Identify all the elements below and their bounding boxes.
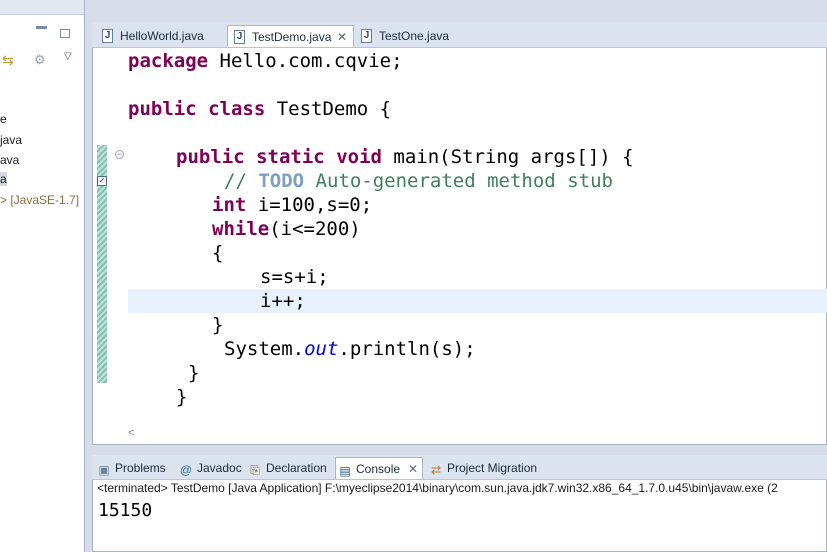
tab-label: Project Migration	[447, 461, 538, 475]
code-line: }	[188, 362, 200, 384]
code-line: while(i<=200)	[212, 218, 361, 240]
current-line-highlight	[128, 289, 827, 313]
code-line: package Hello.com.cqvie;	[128, 50, 403, 72]
tab-project-migration[interactable]: ⇄ Project Migration	[429, 457, 537, 479]
package-explorer: ⇆ ⚙ ▽ e java ava a > [JavaSE-1.7]	[0, 0, 85, 552]
code-line: int i=100,s=0;	[212, 194, 373, 216]
code-line: }	[212, 314, 224, 336]
console-icon: ▤	[339, 464, 351, 478]
minimize-icon[interactable]	[36, 26, 47, 29]
tab-helloworld[interactable]: J HelloWorld.java	[96, 25, 226, 47]
code-editor[interactable]	[92, 22, 827, 445]
console-status-line: <terminated> TestDemo [Java Application]…	[97, 481, 778, 495]
tab-javadoc[interactable]: @ Javadoc	[179, 457, 242, 479]
tab-testdemo[interactable]: J TestDemo.java ✕	[227, 25, 354, 47]
tree-item[interactable]: ava	[0, 153, 19, 167]
tab-label: TestOne.java	[379, 29, 450, 43]
problems-icon: ▣	[98, 463, 110, 477]
java-file-icon: J	[361, 29, 372, 43]
explorer-toolbar-top	[0, 0, 84, 15]
code-line: public static void main(String args[]) {	[176, 146, 634, 168]
tree-item[interactable]: java	[0, 133, 22, 147]
code-line: System.out.println(s);	[224, 338, 476, 360]
tab-label: Declaration	[266, 461, 327, 475]
tab-label: Problems	[115, 461, 166, 475]
view-menu-icon[interactable]: ▽	[64, 52, 76, 62]
javadoc-icon: @	[179, 463, 193, 477]
declaration-icon: ⎘	[250, 463, 260, 477]
fold-collapse-icon[interactable]: −	[115, 150, 124, 159]
editor-tab-bar: J HelloWorld.java J TestDemo.java ✕ J Te…	[92, 22, 827, 48]
console-output[interactable]: 15150	[98, 500, 152, 521]
close-icon[interactable]: ✕	[408, 462, 418, 476]
java-file-icon: J	[234, 30, 245, 44]
tree-item-jre[interactable]: > [JavaSE-1.7]	[0, 193, 79, 207]
code-line: s=s+i;	[260, 266, 329, 288]
code-line: {	[212, 242, 224, 264]
tab-label: Console	[356, 462, 401, 476]
code-line: // TODO Auto-generated method stub	[224, 170, 613, 192]
project-migration-icon: ⇄	[430, 463, 442, 477]
code-line: i++;	[260, 290, 306, 312]
scroll-left-icon[interactable]: <	[128, 427, 134, 439]
link-with-editor-icon[interactable]: ⇆	[2, 52, 18, 68]
tab-problems[interactable]: ▣ Problems	[97, 457, 166, 479]
horizontal-scrollbar[interactable]: <	[128, 427, 827, 441]
maximize-icon[interactable]	[60, 29, 70, 38]
java-file-icon: J	[102, 29, 113, 43]
tab-console[interactable]: ▤ Console ✕	[335, 457, 423, 479]
close-icon[interactable]: ✕	[337, 26, 347, 48]
code-line: public class TestDemo {	[128, 98, 392, 120]
code-line: }	[176, 386, 188, 408]
task-marker-icon[interactable]: ✓	[97, 176, 107, 186]
tab-testone[interactable]: J TestOne.java	[355, 25, 465, 47]
collapse-all-icon[interactable]: ⚙	[34, 53, 50, 67]
tree-item-selected[interactable]: a	[0, 172, 7, 186]
view-tab-bar: ▣ Problems @ Javadoc ⎘ Declaration ▤ Console…	[92, 455, 827, 480]
tree-item[interactable]: e	[0, 112, 7, 126]
tab-label: HelloWorld.java	[120, 29, 204, 43]
tab-label: TestDemo.java	[252, 30, 332, 44]
tab-label: Javadoc	[197, 461, 242, 475]
tab-declaration[interactable]: ⎘ Declaration	[248, 457, 327, 479]
